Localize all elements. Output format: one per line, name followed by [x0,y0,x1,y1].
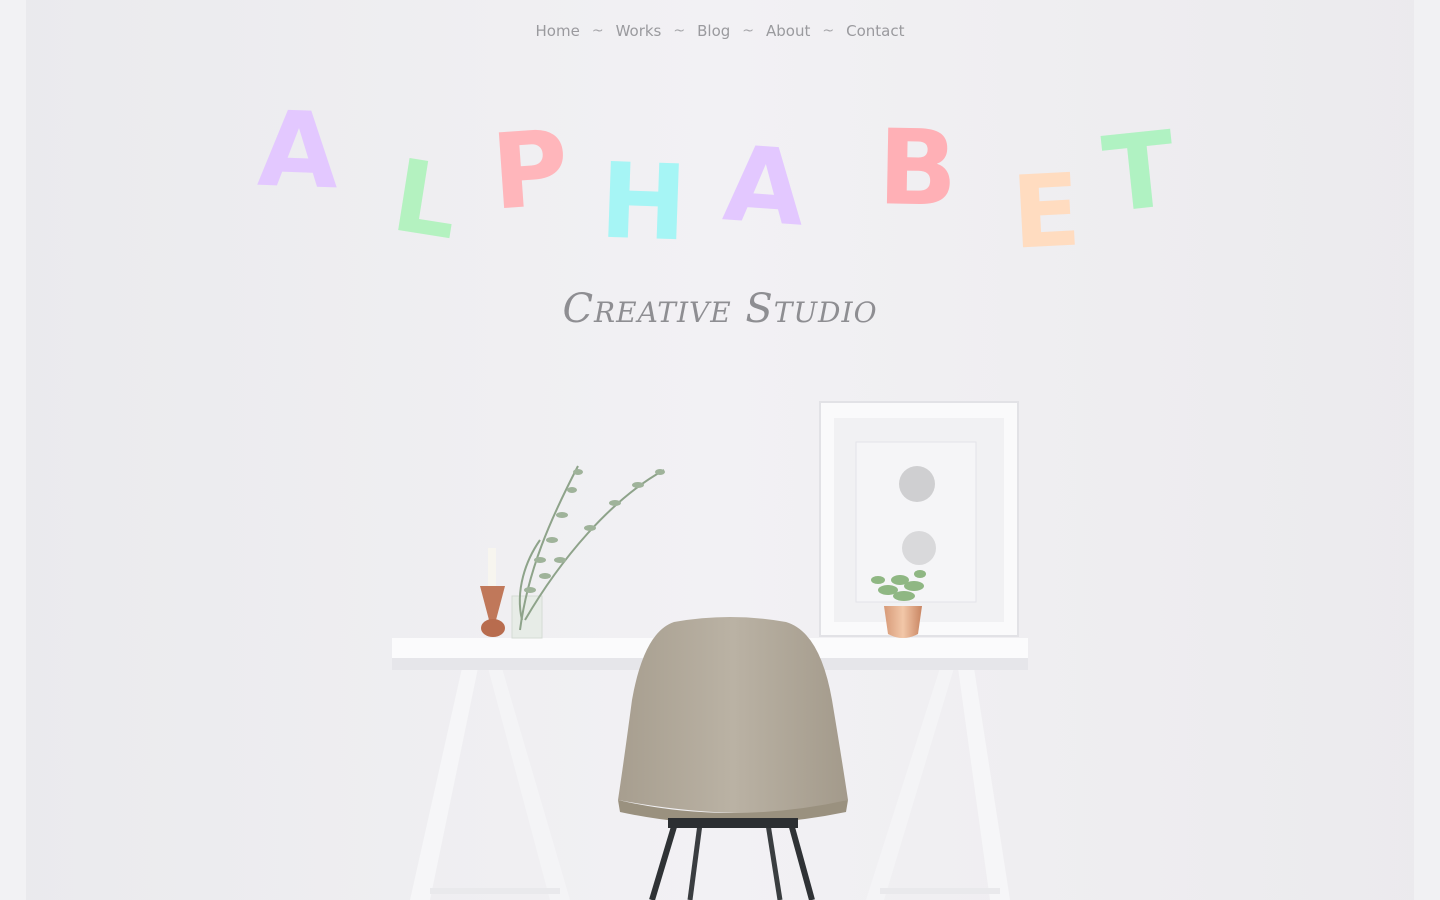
logo-letter: A [719,122,809,250]
logo-letter: B [876,106,959,230]
logo-letter: T [1097,107,1182,237]
tagline: Creative Studio [562,286,878,332]
logo-wordmark: A L P H A B E T [0,0,1440,300]
logo-letter: L [385,136,467,263]
logo-letter: E [1008,151,1084,272]
picture-frame [819,401,1019,637]
logo-letter: P [487,106,573,234]
logo-letter: H [597,139,690,265]
logo-letter: A [255,87,341,213]
